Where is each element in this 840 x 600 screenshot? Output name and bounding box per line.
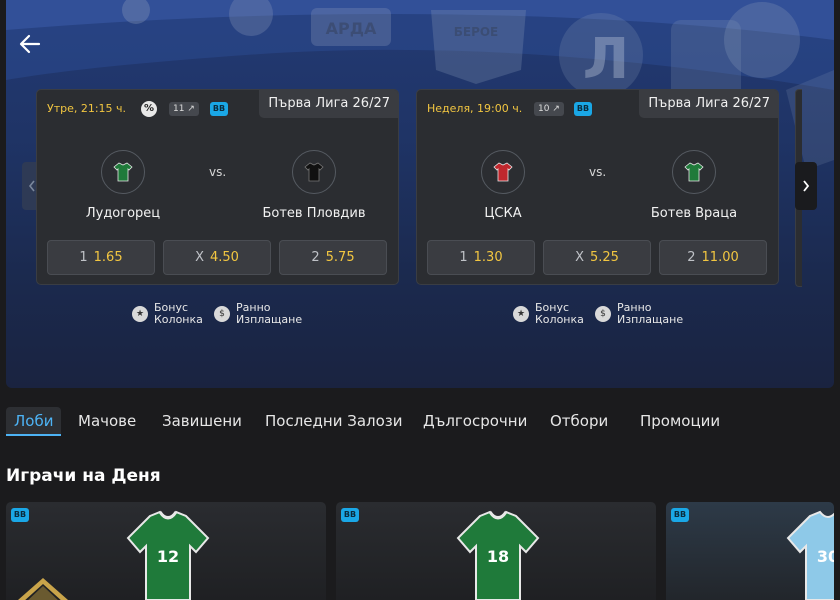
match-card[interactable]: Утре, 21:15 ч. % 11 ↗ BB Първа Лига 26/2…	[36, 89, 399, 285]
home-team: Лудогорец	[68, 150, 178, 221]
bet-builder-badge: BB	[574, 102, 592, 116]
league-label: Първа Лига 26/27	[259, 90, 398, 118]
match-card[interactable]: Неделя, 19:00 ч. 10 ↗ BB Първа Лига 26/2…	[416, 89, 779, 285]
arrow-left-icon	[19, 34, 41, 54]
home-team: ЦСКА	[448, 150, 558, 221]
bet-builder-badge: BB	[341, 508, 359, 522]
away-team: Ботев Враца	[639, 150, 749, 221]
chevron-left-icon	[28, 180, 35, 192]
odd-button-away[interactable]: 2 5.75	[279, 240, 387, 275]
match-time: Утре, 21:15 ч.	[47, 102, 127, 115]
away-team-name: Ботев Враца	[650, 206, 738, 221]
early-payout-feature: $ Ранно Изплащане	[595, 302, 697, 326]
jersey-icon	[684, 162, 704, 182]
home-team-name: ЦСКА	[484, 206, 522, 221]
away-team-name: Ботев Пловдив	[262, 206, 366, 221]
cashout-icon: $	[595, 306, 611, 322]
player-card[interactable]: BB 30	[666, 502, 834, 600]
jersey-icon: 12	[126, 510, 210, 600]
jersey-icon	[493, 162, 513, 182]
jersey-icon: 18	[456, 510, 540, 600]
tab-lobby[interactable]: Лоби	[6, 407, 62, 436]
home-team-name: Лудогорец	[85, 206, 161, 221]
svg-text:30: 30	[817, 547, 834, 566]
versus-label: vs.	[209, 165, 227, 179]
away-team: Ботев Пловдив	[259, 150, 369, 221]
match-time: Неделя, 19:00 ч.	[427, 102, 523, 115]
tab-recent-bets[interactable]: Последни Залози	[257, 407, 411, 435]
odd-button-away[interactable]: 2 11.00	[659, 240, 767, 275]
odds-row: 1 1.30 X 5.25 2 11.00	[427, 240, 770, 276]
odd-button-draw[interactable]: X 5.25	[543, 240, 651, 275]
carousel-next-button[interactable]	[795, 162, 817, 210]
away-shirt	[292, 150, 336, 194]
player-card[interactable]: BB 18	[336, 502, 656, 600]
jersey-icon: 30	[786, 510, 834, 600]
bet-builder-badge: BB	[210, 102, 228, 116]
svg-text:Л: Л	[583, 27, 630, 92]
players-carousel: BB 12 BB 18 BB 30	[6, 502, 834, 600]
player-card[interactable]: BB 12	[6, 502, 326, 600]
svg-text:БЕРОЕ: БЕРОЕ	[454, 25, 499, 39]
players-of-the-day-title: Играчи на Деня	[6, 466, 161, 486]
jersey-icon	[113, 162, 133, 182]
odds-row: 1 1.65 X 4.50 2 5.75	[47, 240, 390, 276]
league-label: Първа Лига 26/27	[639, 90, 778, 118]
markets-count-badge[interactable]: 11 ↗	[169, 102, 199, 116]
rank-badge-icon	[18, 578, 68, 600]
gift-icon: ★	[513, 306, 529, 322]
odd-button-home[interactable]: 1 1.30	[427, 240, 535, 275]
tab-promotions[interactable]: Промоции	[632, 407, 728, 435]
chevron-right-icon	[803, 180, 810, 192]
gift-icon: ★	[132, 306, 148, 322]
cashout-icon: $	[214, 306, 230, 322]
early-payout-feature: $ Ранно Изплащане	[214, 302, 316, 326]
tab-matches[interactable]: Мачове	[70, 407, 144, 435]
home-shirt	[481, 150, 525, 194]
tab-teams[interactable]: Отбори	[542, 407, 616, 435]
back-button[interactable]	[12, 28, 48, 60]
bet-builder-badge: BB	[11, 508, 29, 522]
svg-text:АРДА: АРДА	[326, 19, 377, 38]
svg-text:18: 18	[487, 547, 509, 566]
odd-button-home[interactable]: 1 1.65	[47, 240, 155, 275]
odd-button-draw[interactable]: X 4.50	[163, 240, 271, 275]
svg-text:12: 12	[157, 547, 179, 566]
versus-label: vs.	[589, 165, 607, 179]
match-features: ★ Бонус Колонка $ Ранно Изплащане	[132, 302, 332, 330]
match-features: ★ Бонус Колонка $ Ранно Изплащане	[513, 302, 713, 330]
match-carousel: Утре, 21:15 ч. % 11 ↗ BB Първа Лига 26/2…	[36, 89, 804, 289]
bet-builder-badge: BB	[671, 508, 689, 522]
tab-boosted[interactable]: Завишени	[154, 407, 250, 435]
markets-count-badge[interactable]: 10 ↗	[534, 102, 564, 116]
tab-outrights[interactable]: Дългосрочни	[415, 407, 535, 435]
away-shirt	[672, 150, 716, 194]
jersey-icon	[304, 162, 324, 182]
home-shirt	[101, 150, 145, 194]
percent-boost-icon: %	[141, 101, 157, 117]
